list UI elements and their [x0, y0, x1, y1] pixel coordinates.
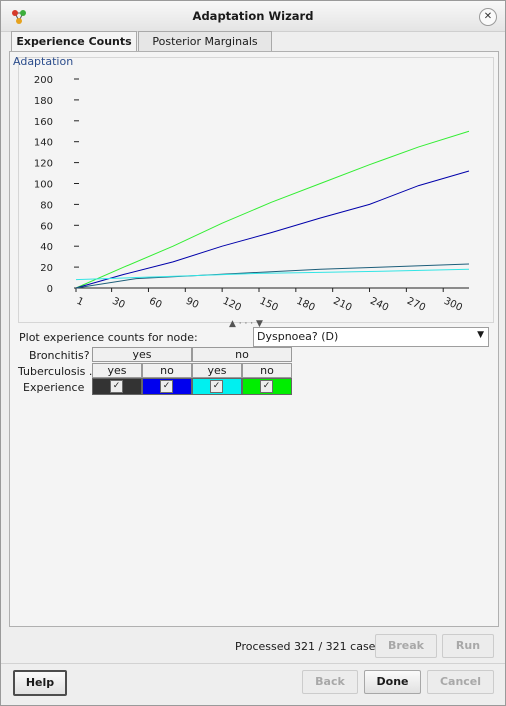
adaptation-wizard-window: Adaptation Wizard ✕ Experience Counts Po…: [0, 0, 506, 706]
node-select[interactable]: Dyspnoea? (D) ▼: [253, 327, 489, 347]
bronchitis-yes-header: yes: [92, 347, 192, 362]
y-tick-label: 160: [34, 117, 53, 128]
x-tick-label: 30: [110, 296, 126, 311]
y-tick-label: 20: [40, 263, 53, 274]
y-tick-label: 140: [34, 138, 53, 149]
node-select-value: Dyspnoea? (D): [257, 330, 339, 343]
x-tick-label: 210: [331, 296, 353, 314]
experience-swatch-2: ✓: [142, 378, 192, 395]
x-tick-label: 150: [258, 296, 280, 314]
status-text: Processed 321 / 321 cases.: [235, 640, 385, 653]
plot-node-label: Plot experience counts for node:: [19, 331, 198, 344]
bronchitis-label: Bronchitis?: [29, 349, 90, 362]
x-tick-label: 240: [368, 296, 390, 314]
experience-swatch-1: ✓: [92, 378, 142, 395]
y-tick-label: 200: [34, 75, 53, 86]
tuberculosis-yes-header: yes: [92, 363, 142, 378]
y-tick-label: 60: [40, 221, 53, 232]
run-button[interactable]: Run: [442, 634, 494, 658]
x-tick-label: 300: [442, 296, 464, 314]
x-tick-label: 180: [295, 296, 317, 314]
tuberculosis-no-header: no: [242, 363, 292, 378]
y-tick-label: 180: [34, 96, 53, 107]
experience-checkbox-4[interactable]: ✓: [260, 380, 273, 393]
x-tick-label: 60: [147, 296, 163, 311]
y-tick-label: 40: [40, 242, 53, 253]
cancel-button[interactable]: Cancel: [427, 670, 494, 694]
bronchitis-no-header: no: [192, 347, 292, 362]
adaptation-chart: 2001801601401201008060402001 30 60 90 120 150…: [34, 75, 470, 314]
tuberculosis-yes-header: yes: [192, 363, 242, 378]
break-button[interactable]: Break: [375, 634, 437, 658]
tuberculosis-label: Tuberculosis ...: [18, 365, 100, 378]
experience-checkbox-2[interactable]: ✓: [160, 380, 173, 393]
chevron-down-icon: ▼: [477, 330, 484, 340]
tuberculosis-no-header: no: [142, 363, 192, 378]
series-line-4: [75, 268, 470, 281]
x-tick-label: 90: [184, 296, 200, 311]
experience-swatch-4: ✓: [242, 378, 292, 395]
experience-swatch-3: ✓: [192, 378, 242, 395]
x-tick-label: 1: [75, 296, 85, 309]
help-button[interactable]: Help: [13, 670, 67, 696]
experience-label: Experience: [23, 381, 85, 394]
y-tick-label: 120: [34, 159, 53, 170]
x-tick-label: 120: [221, 296, 243, 314]
y-tick-label: 0: [47, 284, 53, 295]
footer-divider: [1, 663, 505, 664]
experience-checkbox-3[interactable]: ✓: [210, 380, 223, 393]
back-button[interactable]: Back: [302, 670, 358, 694]
done-button[interactable]: Done: [364, 670, 421, 694]
experience-checkbox-1[interactable]: ✓: [110, 380, 123, 393]
x-tick-label: 270: [405, 296, 427, 314]
series-line-1: [75, 130, 470, 289]
y-tick-label: 100: [34, 180, 53, 191]
y-tick-label: 80: [40, 200, 53, 211]
series-line-3: [75, 263, 470, 289]
